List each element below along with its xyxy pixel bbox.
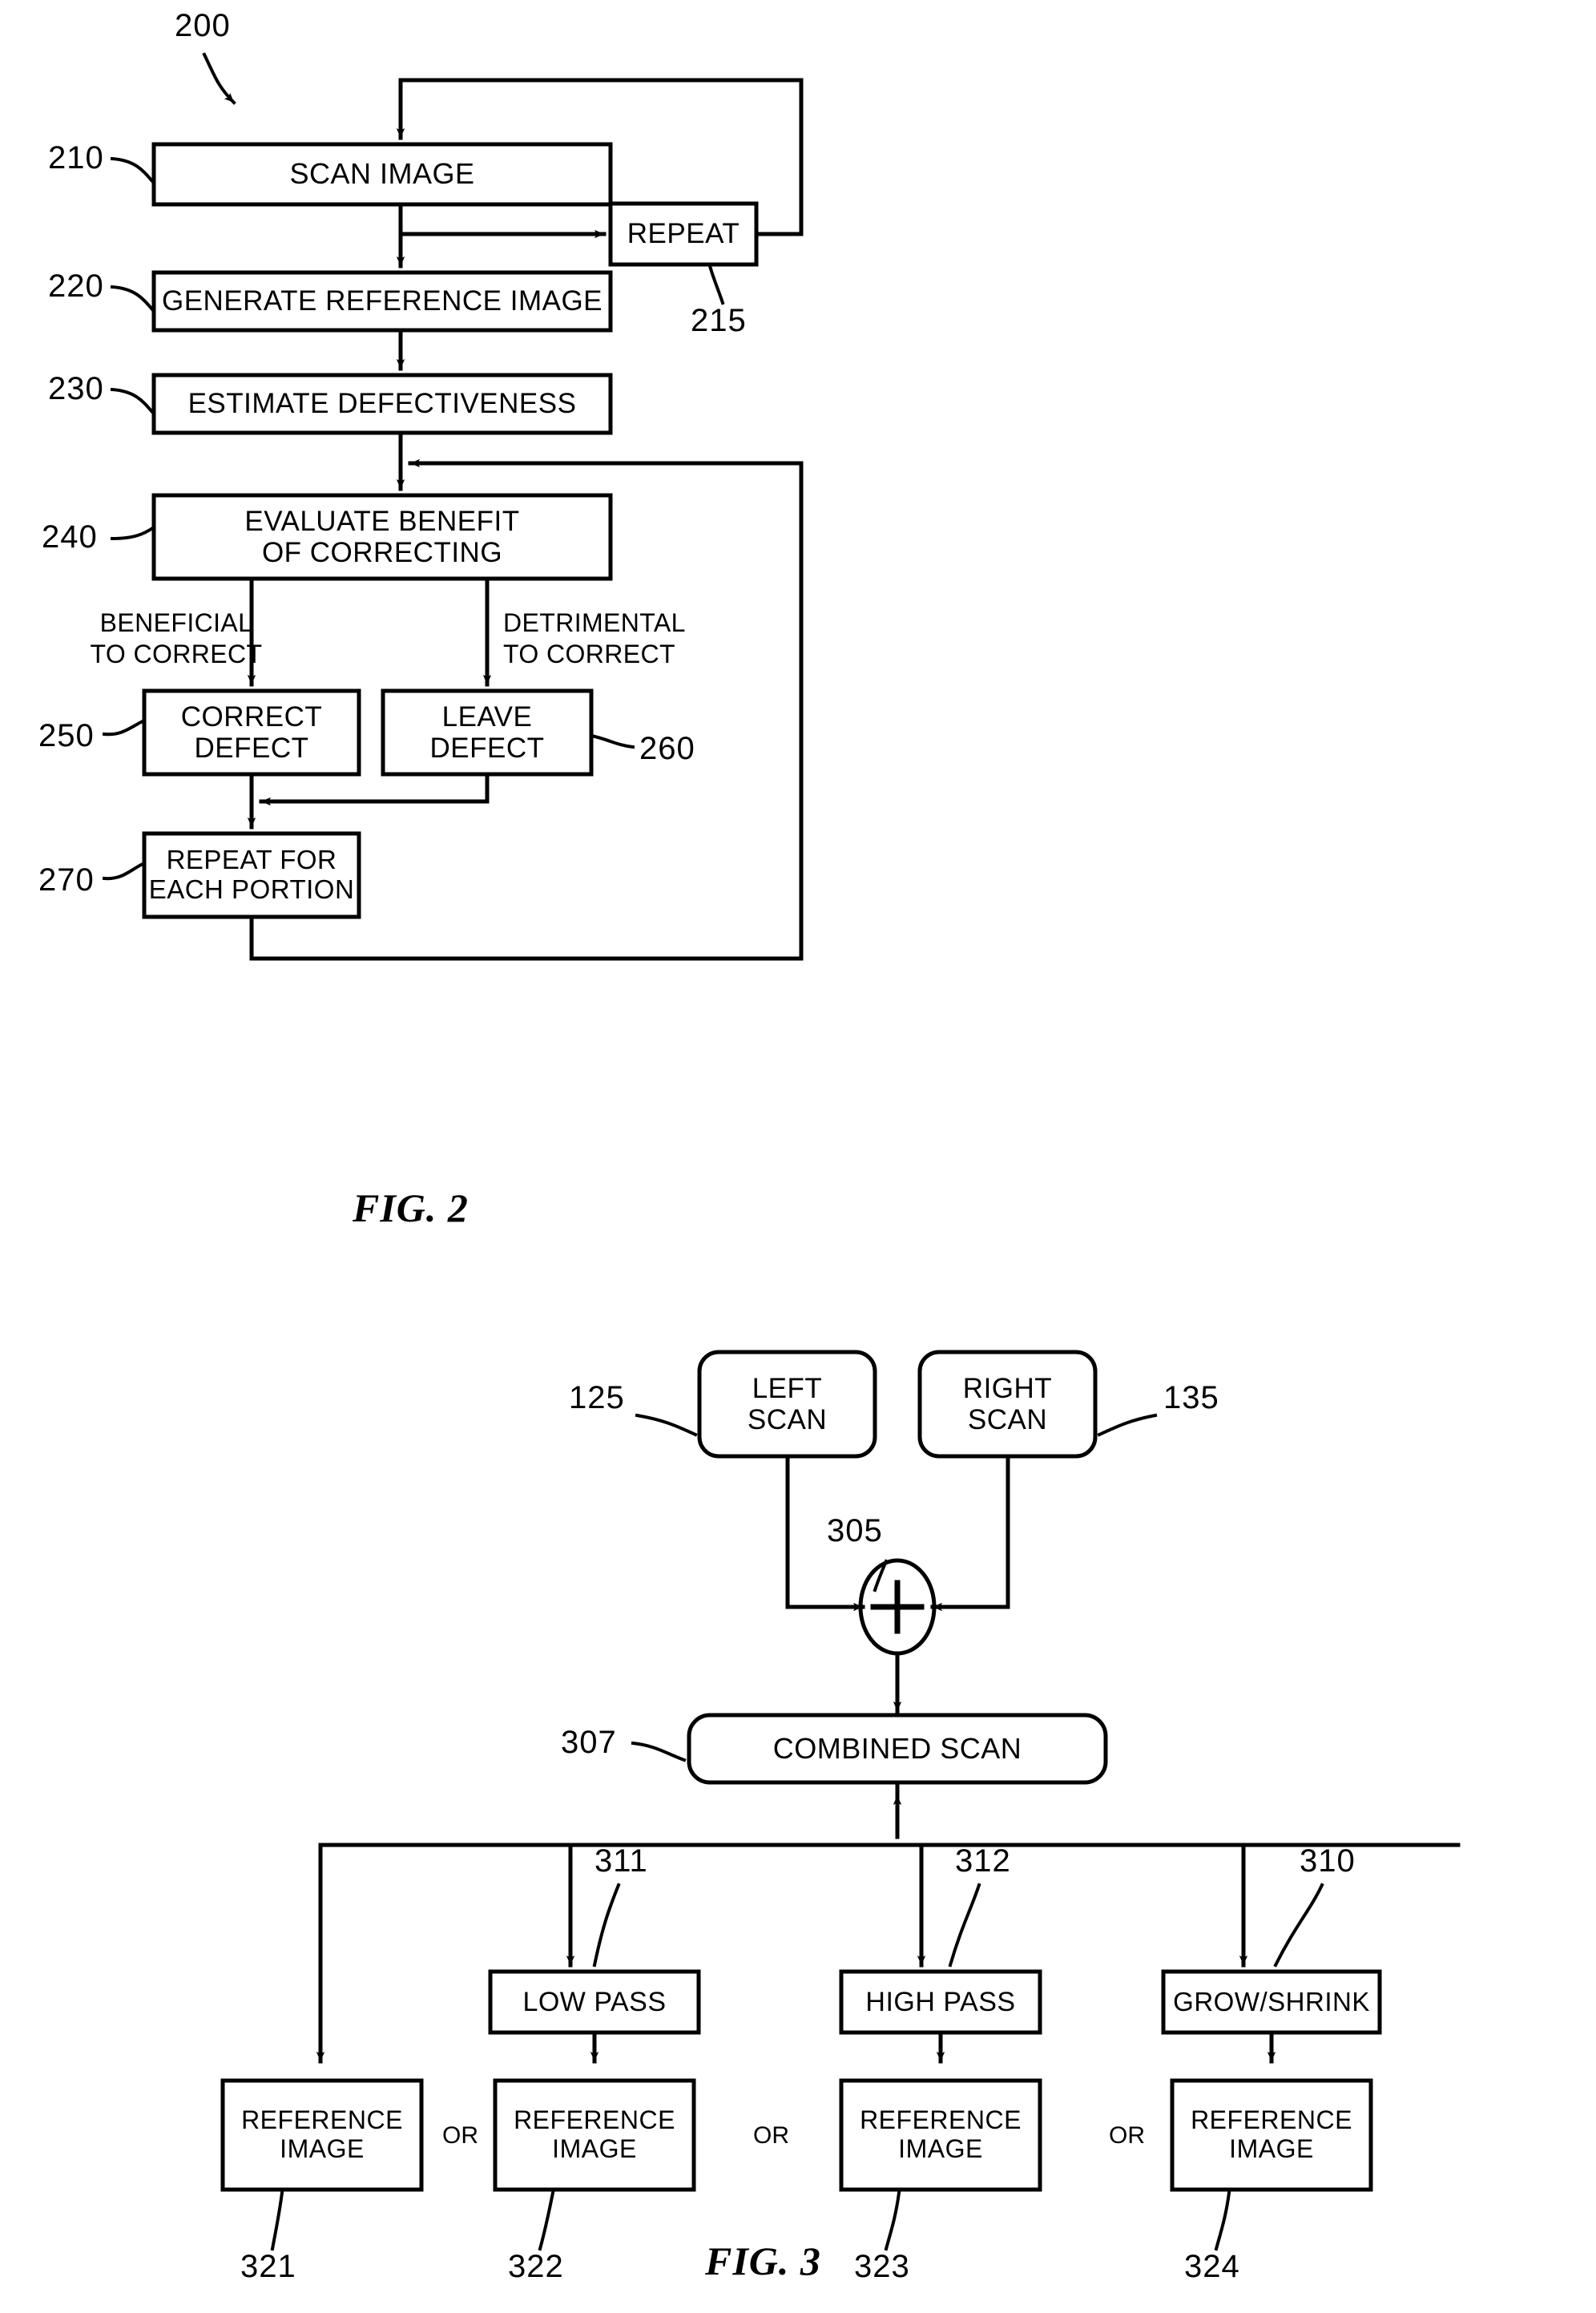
- ref-tag-321: 321: [240, 2249, 296, 2284]
- leader-200: [202, 52, 236, 105]
- ref-tag-135: 135: [1163, 1380, 1219, 1415]
- edge-repeat-to-scan: [396, 78, 804, 236]
- ref-tag-210: 210: [48, 140, 104, 176]
- box-reference-image-322: [493, 2078, 696, 2192]
- ref-tag-322: 322: [508, 2249, 564, 2284]
- ref-tag-260: 260: [639, 731, 695, 766]
- leader-230: [110, 387, 155, 414]
- edge-repeat-portion-feedback: [249, 458, 804, 961]
- edge-right-scan-to-sum: [930, 1454, 1010, 1612]
- or-separator-2: OR: [753, 2122, 789, 2149]
- box-correct-defect: [142, 688, 361, 777]
- box-leave-defect: [381, 688, 594, 777]
- box-reference-image-323: [839, 2078, 1042, 2192]
- leader-324: [1214, 2190, 1231, 2251]
- box-evaluate-benefit: [151, 493, 613, 581]
- leader-310: [1273, 1883, 1324, 1968]
- patent-drawing-sheet: 200 210 SCAN IMAGE 215 REPEAT 220 GENERA…: [0, 0, 1596, 2313]
- edge-label-beneficial-to-correct: BENEFICIAL TO CORRECT: [90, 608, 263, 669]
- leader-322: [538, 2190, 555, 2251]
- leader-323: [884, 2190, 901, 2251]
- figure-caption-fig-2: FIG. 2: [353, 1185, 469, 1230]
- box-reference-image-321: [220, 2078, 424, 2192]
- box-scan-image: [151, 142, 613, 207]
- ref-tag-307: 307: [561, 1725, 617, 1760]
- box-low-pass: [488, 1969, 701, 2035]
- box-reference-image-324: [1170, 2078, 1373, 2192]
- box-repeat: [608, 201, 759, 267]
- leader-210: [110, 156, 155, 184]
- leader-220: [110, 285, 155, 312]
- figure-caption-fig-3: FIG. 3: [705, 2238, 821, 2283]
- or-separator-1: OR: [442, 2122, 478, 2149]
- leader-312: [948, 1883, 981, 1968]
- diagram-linework: [102, 52, 1461, 2251]
- ref-tag-270: 270: [38, 862, 95, 898]
- box-repeat-for-each-portion: [142, 831, 361, 919]
- box-grow-shrink: [1161, 1969, 1382, 2035]
- leader-135: [1097, 1413, 1158, 1437]
- ref-tag-310: 310: [1300, 1843, 1356, 1879]
- leader-215: [707, 264, 725, 305]
- ref-tag-323: 323: [854, 2249, 910, 2284]
- box-generate-reference-image: [151, 270, 613, 333]
- box-left-scan: [697, 1350, 877, 1459]
- leader-260: [589, 733, 635, 749]
- ref-tag-215: 215: [691, 303, 747, 338]
- box-high-pass: [839, 1969, 1042, 2035]
- ref-tag-311: 311: [594, 1843, 648, 1879]
- box-estimate-defectiveness: [151, 373, 613, 435]
- ref-tag-250: 250: [38, 718, 95, 753]
- leader-307: [631, 1741, 687, 1762]
- ref-tag-230: 230: [48, 371, 104, 406]
- ref-tag-312: 312: [955, 1843, 1011, 1879]
- edge-leave-to-repeat-portion: [259, 772, 490, 806]
- ref-tag-324: 324: [1184, 2249, 1240, 2284]
- or-separator-3: OR: [1109, 2122, 1145, 2149]
- ref-tag-240: 240: [42, 519, 98, 555]
- box-right-scan: [917, 1350, 1098, 1459]
- leader-125: [635, 1413, 698, 1437]
- box-combined-scan: [687, 1713, 1108, 1785]
- leader-311: [592, 1883, 621, 1968]
- ref-tag-125: 125: [569, 1380, 625, 1415]
- ref-tag-220: 220: [48, 268, 104, 304]
- leader-321: [270, 2190, 284, 2251]
- leader-240: [110, 525, 156, 541]
- edge-label-detrimental-to-correct: DETRIMENTAL TO CORRECT: [503, 608, 686, 669]
- ref-tag-305: 305: [827, 1513, 883, 1548]
- ref-tag-200: 200: [175, 8, 231, 43]
- leader-270: [102, 862, 145, 881]
- leader-250: [102, 719, 145, 737]
